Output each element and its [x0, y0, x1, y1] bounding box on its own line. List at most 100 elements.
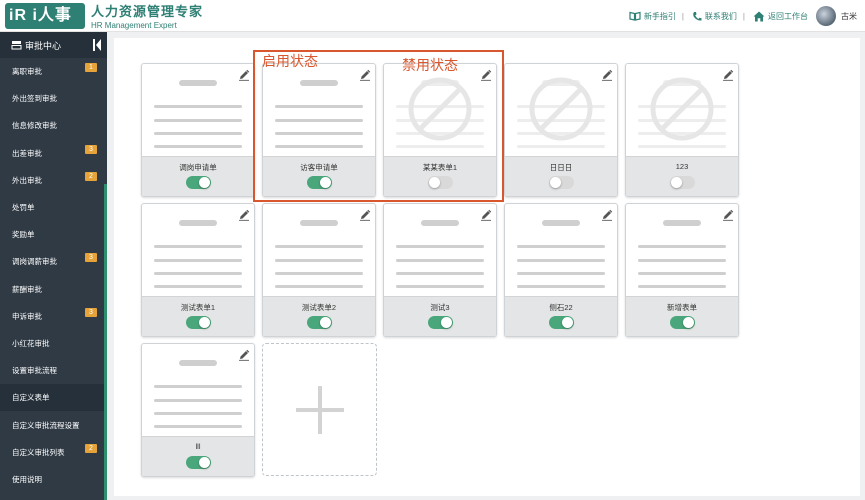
sidebar-item-label: 信息修改审批	[12, 121, 57, 131]
toggle-knob	[199, 317, 210, 328]
contact-link[interactable]: 联系我们 |	[692, 11, 745, 22]
preview-line	[154, 132, 242, 135]
form-card[interactable]: 测试3	[383, 203, 497, 337]
preview-line	[275, 119, 363, 122]
count-badge: 1	[85, 63, 97, 72]
sidebar-item[interactable]: 处罚单	[0, 194, 107, 221]
form-card[interactable]: 访客申请单	[262, 63, 376, 197]
collapse-sidebar-icon[interactable]	[92, 38, 102, 52]
edit-icon[interactable]	[601, 209, 613, 221]
form-card[interactable]: 测试表单1	[141, 203, 255, 337]
approval-center-icon	[11, 41, 22, 50]
sidebar-item[interactable]: 自定义审批流程设置	[0, 411, 107, 438]
sidebar-item[interactable]: 使用说明	[0, 466, 107, 493]
preview-line	[154, 425, 242, 428]
form-card[interactable]: 新增表单	[625, 203, 739, 337]
sidebar-item-label: 离职审批	[12, 67, 42, 77]
form-name: 测试表单2	[301, 303, 337, 312]
sidebar-item[interactable]: 薪酬审批	[0, 276, 107, 303]
count-badge: 3	[85, 144, 97, 154]
guide-label: 新手指引	[643, 11, 676, 21]
toggle-knob	[429, 177, 440, 188]
sidebar-item[interactable]: 自定义审批列表 2	[0, 439, 107, 466]
form-card-footer: 调岗申请单	[142, 156, 254, 196]
form-card-footer: 某某表单1	[384, 156, 496, 196]
status-toggle[interactable]	[670, 316, 695, 329]
sidebar-scrollbar[interactable]	[104, 184, 107, 500]
status-toggle[interactable]	[428, 316, 453, 329]
edit-icon[interactable]	[722, 209, 734, 221]
brand-text: 人力资源管理专家 HR Management Expert	[91, 1, 203, 30]
count-badge: 3	[85, 307, 97, 317]
status-toggle[interactable]	[670, 176, 695, 189]
sidebar-item-label: 自定义审批列表	[12, 447, 65, 457]
form-name: 某某表单1	[422, 163, 458, 172]
preview-line	[396, 272, 484, 275]
disabled-icon	[408, 77, 472, 141]
sidebar-item[interactable]: 小红花审批	[0, 330, 107, 357]
sidebar-item[interactable]: 奖励单	[0, 221, 107, 248]
preview-line	[154, 105, 242, 108]
sidebar-item[interactable]: 设置审批流程	[0, 357, 107, 384]
brand-logo[interactable]: iR i人事	[5, 3, 85, 29]
brand-name-cn: 人力资源管理专家	[91, 4, 204, 19]
status-toggle[interactable]	[307, 176, 332, 189]
status-toggle[interactable]	[307, 316, 332, 329]
count-badge: 3	[85, 253, 97, 263]
avatar[interactable]	[816, 6, 836, 26]
sidebar-item[interactable]: 信息修改审批	[0, 112, 107, 139]
edit-icon[interactable]	[238, 69, 250, 81]
edit-icon[interactable]	[601, 69, 613, 81]
home-icon	[753, 11, 765, 21]
plus-icon-vertical	[318, 386, 322, 434]
sidebar-item[interactable]: 自定义表单	[0, 384, 107, 412]
book-icon	[629, 11, 641, 21]
top-links: 新手指引 | 联系我们 | 返回工作台 古米	[621, 0, 857, 32]
sidebar-item[interactable]: 外出签到审批	[0, 85, 107, 112]
preview-line	[396, 145, 484, 148]
workbench-label: 返回工作台	[768, 11, 808, 21]
sidebar-item[interactable]: 出差审批 3	[0, 140, 107, 167]
status-toggle[interactable]	[186, 316, 211, 329]
sidebar-item-label: 使用说明	[12, 474, 42, 484]
form-card[interactable]: 调岗申请单	[141, 63, 255, 197]
form-card[interactable]: 日日日	[504, 63, 618, 197]
form-card[interactable]: 侧石22	[504, 203, 618, 337]
form-card[interactable]: 某某表单1	[383, 63, 497, 197]
toggle-knob	[199, 457, 210, 468]
sidebar-item[interactable]: 申诉审批 3	[0, 303, 107, 330]
status-toggle[interactable]	[549, 176, 574, 189]
preview-line	[638, 259, 726, 262]
status-toggle[interactable]	[186, 456, 211, 469]
preview-line	[275, 272, 363, 275]
preview-line	[154, 119, 242, 122]
preview-title-bar	[179, 80, 217, 86]
edit-icon[interactable]	[359, 209, 371, 221]
edit-icon[interactable]	[238, 209, 250, 221]
preview-line	[154, 145, 242, 148]
edit-icon[interactable]	[480, 209, 492, 221]
edit-icon[interactable]	[359, 69, 371, 81]
sidebar-item-label: 薪酬审批	[12, 284, 42, 294]
form-card[interactable]: 测试表单2	[262, 203, 376, 337]
guide-link[interactable]: 新手指引 |	[629, 11, 684, 22]
sidebar-item[interactable]: 调岗调薪审批 3	[0, 248, 107, 275]
add-form-card[interactable]	[262, 343, 377, 476]
status-toggle[interactable]	[186, 176, 211, 189]
form-name: 侧石22	[549, 303, 573, 312]
preview-line	[396, 259, 484, 262]
workbench-link[interactable]: 返回工作台	[753, 11, 808, 22]
status-toggle[interactable]	[549, 316, 574, 329]
phone-icon	[693, 11, 702, 21]
edit-icon[interactable]	[722, 69, 734, 81]
form-card[interactable]: 123	[625, 63, 739, 197]
sidebar-item[interactable]: 离职审批 1	[0, 58, 107, 85]
edit-icon[interactable]	[480, 69, 492, 81]
form-card-footer: 测试3	[384, 296, 496, 336]
sidebar-item[interactable]: 外出审批 2	[0, 167, 107, 194]
preview-line	[275, 259, 363, 262]
user-name[interactable]: 古米	[841, 11, 857, 22]
edit-icon[interactable]	[238, 349, 250, 361]
form-card[interactable]: lll	[141, 343, 255, 477]
status-toggle[interactable]	[428, 176, 453, 189]
